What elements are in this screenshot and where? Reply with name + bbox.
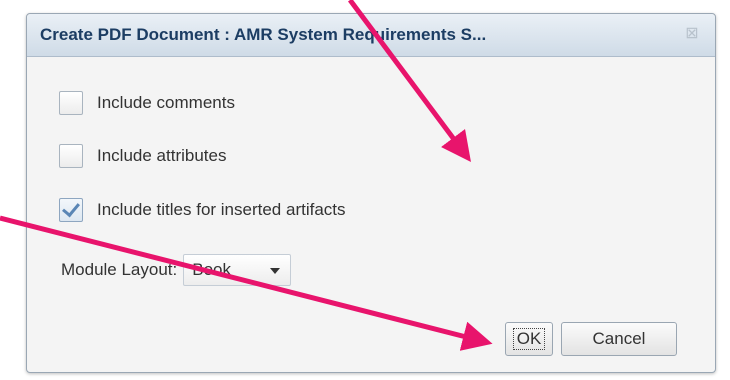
module-layout-label: Module Layout: (61, 260, 178, 279)
option-include-titles[interactable]: Include titles for inserted artifacts (59, 196, 346, 224)
module-layout-value: Book (192, 260, 231, 279)
include-titles-label: Include titles for inserted artifacts (97, 200, 346, 219)
dialog-titlebar[interactable]: Create PDF Document : AMR System Require… (27, 14, 715, 57)
option-include-attributes[interactable]: Include attributes (59, 142, 226, 170)
include-attributes-checkbox[interactable] (59, 144, 83, 168)
ok-button-label: OK (512, 328, 546, 350)
checkmark-icon (62, 198, 80, 218)
option-include-comments[interactable]: Include comments (59, 89, 235, 117)
include-attributes-label: Include attributes (97, 146, 227, 165)
screenshot-stage: Create PDF Document : AMR System Require… (0, 0, 730, 380)
module-layout-row: Module Layout: Book (61, 254, 292, 286)
include-titles-checkbox[interactable] (59, 198, 83, 222)
close-icon[interactable]: ⊠ (683, 25, 701, 43)
include-comments-label: Include comments (97, 93, 235, 112)
dialog-title: Create PDF Document : AMR System Require… (40, 25, 487, 44)
dialog-body: Include comments Include attributes Incl… (27, 57, 715, 372)
cancel-button[interactable]: Cancel (561, 322, 677, 356)
create-pdf-dialog: Create PDF Document : AMR System Require… (26, 13, 716, 373)
ok-button[interactable]: OK (505, 322, 553, 356)
module-layout-select[interactable]: Book (183, 254, 292, 286)
include-comments-checkbox[interactable] (59, 91, 83, 115)
chevron-down-icon (270, 268, 281, 274)
